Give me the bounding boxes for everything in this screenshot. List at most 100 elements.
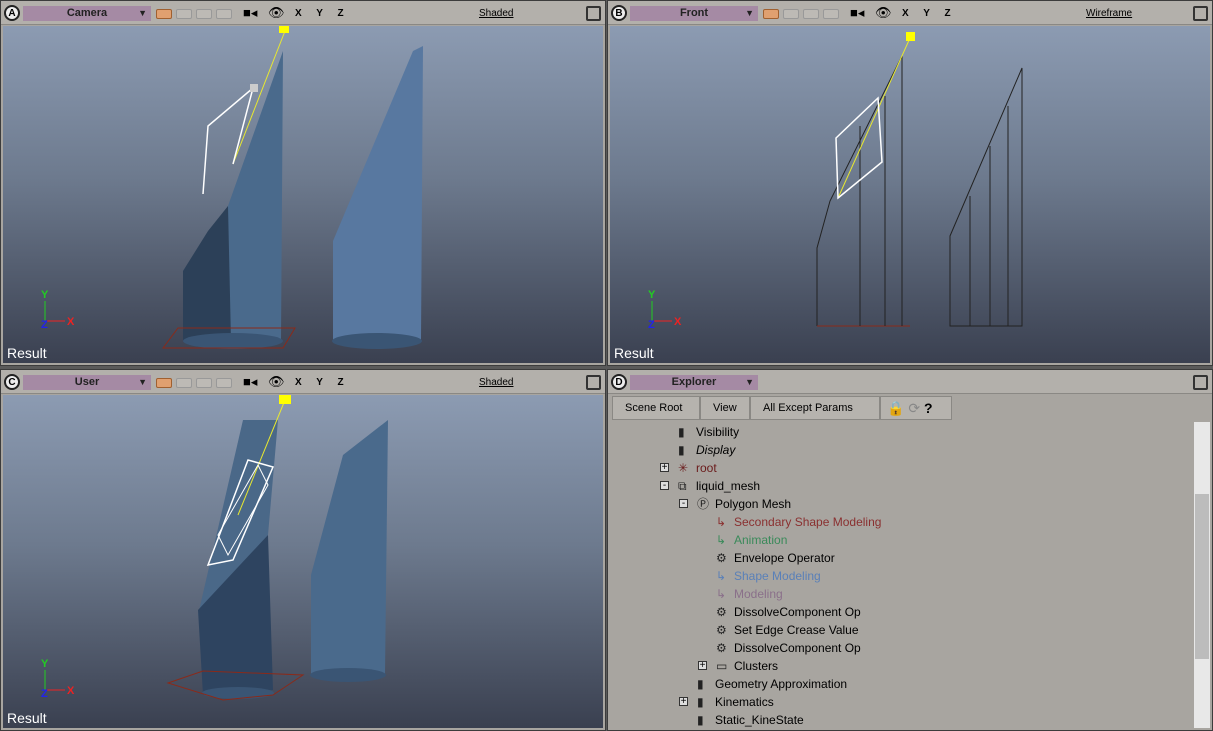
expand-toggle[interactable]: + bbox=[660, 463, 669, 473]
memo-cam-button[interactable] bbox=[763, 9, 779, 19]
viewport-letter-button[interactable]: A bbox=[4, 5, 20, 21]
maximize-icon[interactable] bbox=[1193, 375, 1208, 390]
view-selector[interactable]: User ▼ bbox=[23, 375, 151, 390]
maximize-icon[interactable] bbox=[586, 375, 601, 390]
dropdown-arrow-icon: ▼ bbox=[138, 377, 147, 387]
svg-text:X: X bbox=[67, 316, 75, 328]
tree-item-label: DissolveComponent Op bbox=[734, 605, 861, 619]
expand-toggle[interactable]: - bbox=[679, 499, 688, 509]
memo-cam-button[interactable] bbox=[156, 378, 172, 388]
filter-menu-button[interactable]: All Except Params bbox=[750, 396, 880, 420]
property-icon: ▮ bbox=[697, 695, 704, 709]
tree-item-label: Set Edge Crease Value bbox=[734, 623, 859, 637]
memo-cam-button[interactable] bbox=[216, 378, 232, 388]
axis-toggle[interactable]: X Y Z bbox=[295, 8, 350, 19]
viewport-a[interactable]: A Camera ▼ ■◂ 👁 X Y Z Shaded Y X Z Result bbox=[0, 0, 606, 366]
svg-text:X: X bbox=[67, 685, 75, 697]
memo-cam-button[interactable] bbox=[216, 9, 232, 19]
svg-text:X: X bbox=[674, 316, 682, 328]
property-icon: ▮ bbox=[697, 677, 704, 691]
operator-gear-icon: ⚙ bbox=[716, 623, 727, 637]
scene-root-button[interactable]: Scene Root bbox=[612, 396, 700, 420]
maximize-icon[interactable] bbox=[1193, 6, 1208, 21]
camera-icon[interactable]: ■◂ bbox=[850, 5, 864, 21]
svg-text:Z: Z bbox=[41, 319, 48, 331]
tree-item-label: liquid_mesh bbox=[696, 479, 761, 493]
memo-cam-button[interactable] bbox=[823, 9, 839, 19]
operator-gear-icon: ⚙ bbox=[716, 551, 727, 565]
property-icon: ▮ bbox=[678, 443, 685, 457]
tree-item-label: Display bbox=[696, 443, 736, 457]
view-label: User bbox=[74, 376, 100, 388]
folder-icon: ▭ bbox=[716, 659, 728, 673]
memo-cam-button[interactable] bbox=[176, 9, 192, 19]
viewport-header: C User ▼ ■◂ 👁 X Y Z Shaded bbox=[1, 370, 605, 394]
3d-viewport[interactable]: Y X Z Result bbox=[3, 26, 603, 363]
view-selector[interactable]: Camera ▼ bbox=[23, 6, 151, 21]
memo-cam-button[interactable] bbox=[196, 378, 212, 388]
tree-item-label: Kinematics bbox=[715, 695, 774, 709]
marker-icon: ↳ bbox=[716, 533, 727, 547]
view-selector[interactable]: Explorer ▼ bbox=[630, 375, 758, 390]
memo-cam-button[interactable] bbox=[196, 9, 212, 19]
memo-cam-button[interactable] bbox=[803, 9, 819, 19]
lock-icon[interactable]: 🔒 bbox=[887, 400, 904, 416]
display-mode-menu[interactable]: Shaded bbox=[479, 8, 513, 19]
camera-icon[interactable]: ■◂ bbox=[243, 5, 257, 21]
vertical-scrollbar[interactable] bbox=[1194, 422, 1210, 728]
svg-text:Y: Y bbox=[41, 658, 49, 670]
3d-viewport[interactable]: Y X Z Result bbox=[610, 26, 1210, 363]
view-label: Camera bbox=[66, 7, 108, 19]
eye-icon[interactable]: 👁 bbox=[268, 374, 285, 390]
marker-icon: ↳ bbox=[716, 515, 727, 529]
eye-icon[interactable]: 👁 bbox=[875, 5, 892, 21]
memo-cam-button[interactable] bbox=[783, 9, 799, 19]
explorer-panel: D Explorer ▼ Scene Root View All Except P… bbox=[607, 369, 1213, 731]
svg-text:Y: Y bbox=[648, 289, 656, 301]
property-icon: ▮ bbox=[678, 425, 685, 439]
viewport-b[interactable]: B Front ▼ ■◂ 👁 X Y Z Wireframe Y X Z Result bbox=[607, 0, 1213, 366]
viewport-letter-button[interactable]: D bbox=[611, 374, 627, 390]
tree-item-label: root bbox=[696, 461, 717, 475]
dropdown-arrow-icon: ▼ bbox=[745, 8, 754, 18]
svg-text:Z: Z bbox=[41, 688, 48, 700]
maximize-icon[interactable] bbox=[586, 6, 601, 21]
explorer-tree[interactable]: ▮ Visibility ▮ Display + ✳ root - ⧉ liqu… bbox=[610, 422, 1194, 728]
view-menu-button[interactable]: View bbox=[700, 396, 750, 420]
refresh-icon[interactable]: ⟳ bbox=[908, 400, 920, 416]
expand-toggle[interactable]: + bbox=[698, 661, 707, 671]
axis-toggle[interactable]: X Y Z bbox=[902, 8, 957, 19]
expand-toggle[interactable]: - bbox=[660, 481, 669, 491]
result-label: Result bbox=[7, 345, 47, 361]
svg-text:Y: Y bbox=[41, 289, 49, 301]
tree-item-label: Polygon Mesh bbox=[715, 497, 792, 511]
view-label: Front bbox=[679, 7, 709, 19]
3d-viewport[interactable]: Y X Z Result bbox=[3, 395, 603, 728]
memo-cam-button[interactable] bbox=[156, 9, 172, 19]
mesh-object-icon: ⧉ bbox=[678, 479, 687, 493]
view-selector[interactable]: Front ▼ bbox=[630, 6, 758, 21]
operator-gear-icon: ⚙ bbox=[716, 641, 727, 655]
tree-item-label: Secondary Shape Modeling bbox=[734, 515, 882, 529]
expand-toggle[interactable]: + bbox=[679, 697, 688, 707]
operator-gear-icon: ⚙ bbox=[716, 605, 727, 619]
memo-cam-button[interactable] bbox=[176, 378, 192, 388]
eye-icon[interactable]: 👁 bbox=[268, 5, 285, 21]
tree-item-label: Clusters bbox=[734, 659, 779, 673]
axis-toggle[interactable]: X Y Z bbox=[295, 377, 350, 388]
tree-item-label: DissolveComponent Op bbox=[734, 641, 861, 655]
display-mode-menu[interactable]: Wireframe bbox=[1086, 8, 1132, 19]
marker-icon: ↳ bbox=[716, 569, 727, 583]
viewport-c[interactable]: C User ▼ ■◂ 👁 X Y Z Shaded Y X Z Result bbox=[0, 369, 606, 731]
viewport-letter-button[interactable]: C bbox=[4, 374, 20, 390]
camera-icon[interactable]: ■◂ bbox=[243, 374, 257, 390]
scene-render: Y X Z bbox=[41, 395, 388, 701]
display-mode-menu[interactable]: Shaded bbox=[479, 377, 513, 388]
scrollbar-thumb[interactable] bbox=[1195, 494, 1209, 659]
dropdown-arrow-icon: ▼ bbox=[138, 8, 147, 18]
help-icon[interactable]: ? bbox=[924, 400, 933, 416]
explorer-header: D Explorer ▼ bbox=[608, 370, 1212, 394]
tree-item-label: Static_KineState bbox=[715, 713, 804, 727]
viewport-letter-button[interactable]: B bbox=[611, 5, 627, 21]
scene-render: Y X Z bbox=[41, 26, 423, 349]
